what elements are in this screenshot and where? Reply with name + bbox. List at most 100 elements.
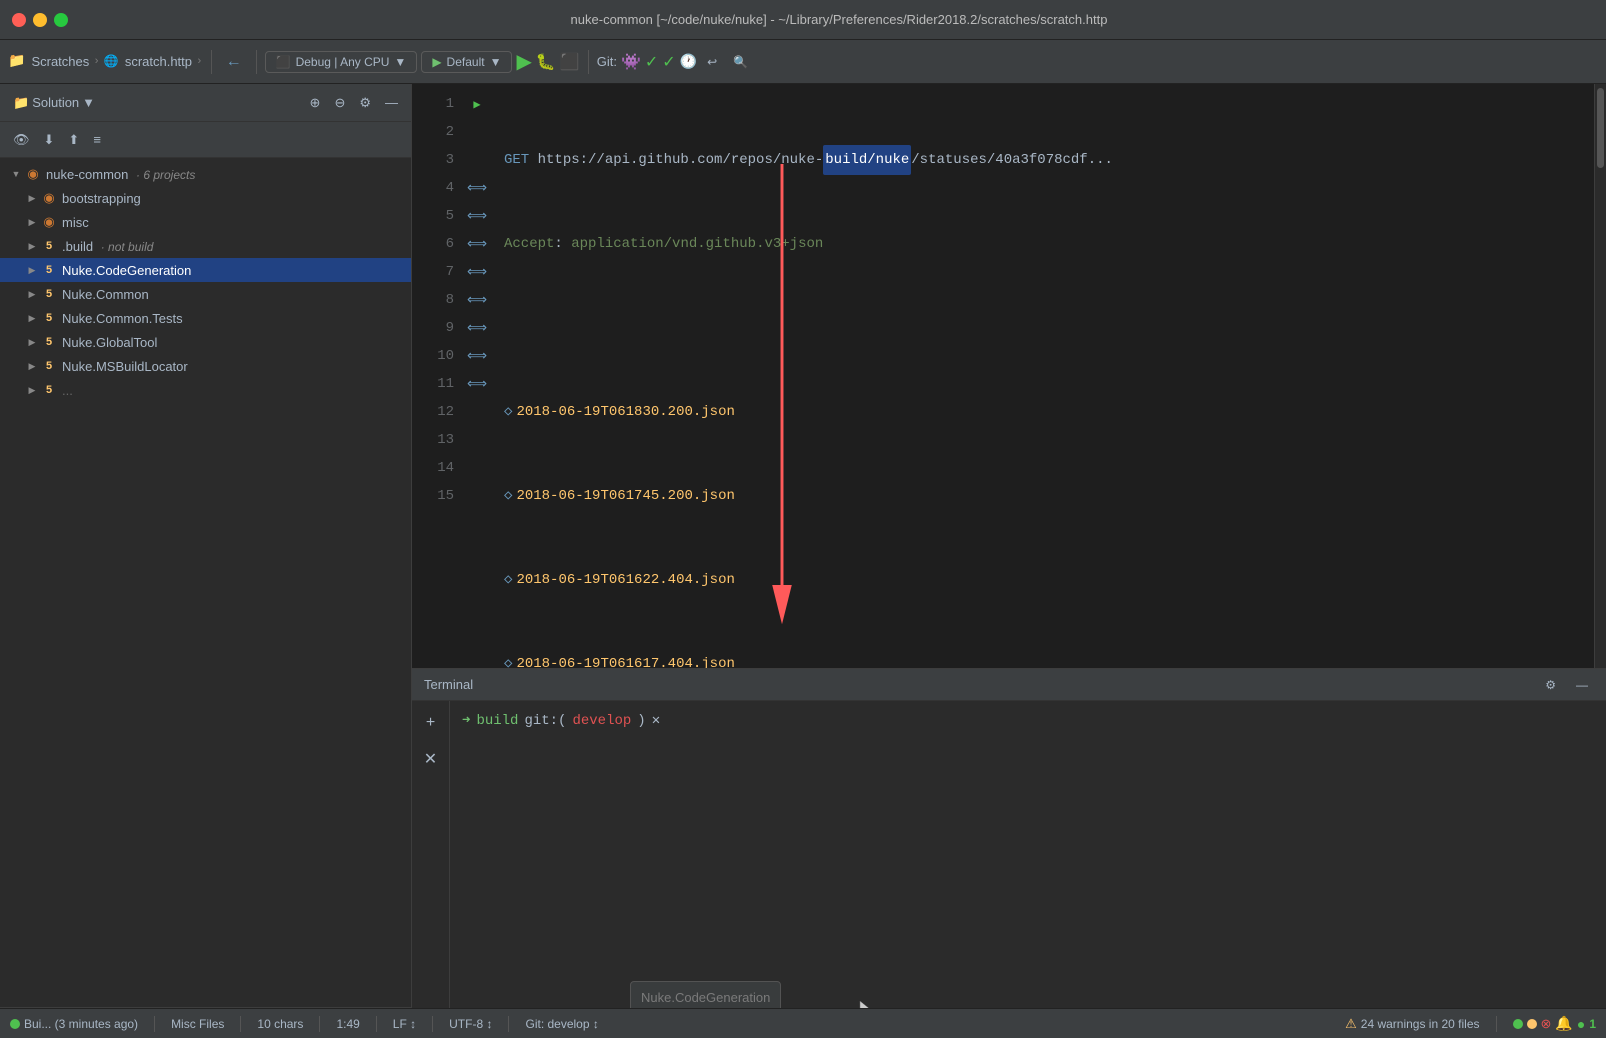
tree-item-misc[interactable]: ▶ ◉ misc [0,210,411,234]
git-undo-button[interactable]: ↩ [701,52,723,72]
sidebar-solution-btn[interactable]: 📁 Solution ▼ [8,92,100,114]
item-label-tests: Nuke.Common.Tests [62,311,403,326]
statusbar-encoding[interactable]: UTF-8 ↕ [449,1017,492,1031]
maximize-button[interactable] [54,13,68,27]
line-num: 11 [420,370,454,398]
statusbar-build[interactable]: Bui... (3 minutes ago) [10,1017,138,1031]
breadcrumb-scratches[interactable]: Scratches [31,54,89,69]
expand-icon: ▶ [24,334,40,350]
run-config-icon: ▶ [432,55,441,69]
line-num: 3 [420,146,454,174]
gutter-fold-10[interactable]: ⟺ [462,342,492,370]
tree-item-globaltool[interactable]: ▶ 5 Nuke.GlobalTool [0,330,411,354]
run-button[interactable]: ▶ [516,49,531,74]
statusbar-line-ending[interactable]: LF ↕ [393,1017,416,1031]
gutter-fold-8[interactable]: ⟺ [462,286,492,314]
sidebar-list-btn[interactable]: ≡ [88,129,106,150]
root-project-icon: ◉ [24,166,42,182]
close-button[interactable] [12,13,26,27]
json-link-6[interactable]: 2018-06-19T061622.404.json [516,566,734,594]
run-config-button[interactable]: ▶ Default ▼ [421,51,512,73]
gutter-fold-9[interactable]: ⟺ [462,314,492,342]
item-label-globaltool: Nuke.GlobalTool [62,335,403,350]
status-yellow-dot [1527,1019,1537,1029]
tree-item-codegen[interactable]: ▶ 5 Nuke.CodeGeneration [0,258,411,282]
debug-config-button[interactable]: ⬛ Debug | Any CPU ▼ [265,51,418,73]
url-part2: /statuses/40a3f078cdf... [911,146,1113,174]
json-link-7[interactable]: 2018-06-19T061617.404.json [516,650,734,668]
tree-item-more[interactable]: ▶ 5 ... [0,378,411,402]
code-line-2: Accept: application/vnd.github.v3+json [504,230,1582,258]
statusbar-git-branch[interactable]: Git: develop ↕ [525,1017,598,1031]
tree-item-common[interactable]: ▶ 5 Nuke.Common [0,282,411,306]
prompt-git-prefix: git:( [524,709,566,733]
line-num: 4 [420,174,454,202]
json-link-4[interactable]: 2018-06-19T061830.200.json [516,398,734,426]
debug-button[interactable]: 🐛 [536,52,556,72]
tree-item-build[interactable]: ▶ 5 .build · not build [0,234,411,258]
stop-button[interactable]: ⬛ [560,52,580,72]
debug-config-label: Debug | Any CPU [296,55,390,69]
tree-item-bootstrapping[interactable]: ▶ ◉ bootstrapping [0,186,411,210]
line-num: 2 [420,118,454,146]
statusbar-misc-files[interactable]: Misc Files [171,1017,224,1031]
minimize-button[interactable] [33,13,47,27]
sidebar-download-btn[interactable]: ⬇ [39,129,60,151]
http-method: GET [504,146,538,174]
tree-item-msbuild[interactable]: ▶ 5 Nuke.MSBuildLocator [0,354,411,378]
line-num: 10 [420,342,454,370]
sidebar-collapse-btn[interactable]: ⊖ [329,92,350,114]
gutter-fold-11[interactable]: ⟺ [462,370,492,398]
breadcrumb-file[interactable]: scratch.http [125,54,192,69]
line-num: 5 [420,202,454,230]
tree-root-item[interactable]: ▼ ◉ nuke-common · 6 projects [0,162,411,186]
line-num: 6 [420,230,454,258]
code-line-6: ◇2018-06-19T061622.404.json [504,566,1582,594]
statusbar-position: 1:49 [336,1017,359,1031]
run-config-label: Default [447,55,485,69]
sidebar-eye-btn[interactable]: 👁 [8,129,35,151]
terminal-close-tab-btn[interactable]: ✕ [417,745,445,773]
code-editor[interactable]: GET https://api.github.com/repos/nuke-bu… [492,84,1594,668]
sb-div-2 [240,1016,241,1032]
sidebar-upload-btn[interactable]: ⬆ [63,129,84,151]
editor-gutter: ▶ ⟺ ⟺ ⟺ ⟺ ⟺ ⟺ ⟺ ⟺ [462,84,492,668]
terminal-header: Terminal ⚙ — [412,669,1606,701]
json-link-5[interactable]: 2018-06-19T061745.200.json [516,482,734,510]
item-label-msbuild: Nuke.MSBuildLocator [62,359,403,374]
terminal-add-tab-btn[interactable]: + [417,709,445,737]
sidebar-settings-btn[interactable]: ⚙ [354,92,376,114]
back-button[interactable]: ← [220,50,248,74]
editor-content: 1 2 3 4 5 6 7 8 9 10 11 12 13 14 15 [412,84,1606,668]
warnings-label: 24 warnings in 20 files [1361,1017,1480,1031]
scrollbar[interactable] [1594,84,1606,668]
diamond-icon-5: ◇ [504,482,512,510]
gutter-fold-7[interactable]: ⟺ [462,258,492,286]
gutter-fold-6[interactable]: ⟺ [462,230,492,258]
terminal-settings-btn[interactable]: ⚙ [1539,675,1562,695]
prompt-dir: build [476,709,518,733]
search-button[interactable]: 🔍 [727,52,754,72]
sb-div-4 [376,1016,377,1032]
sidebar-add-btn[interactable]: ⊕ [305,92,326,114]
header-val: application/vnd.github.v3+json [571,230,823,258]
gutter-fold-4[interactable]: ⟺ [462,174,492,202]
titlebar: nuke-common [~/code/nuke/nuke] - ~/Libra… [0,0,1606,40]
statusbar-warnings[interactable]: ⚠ 24 warnings in 20 files [1345,1016,1479,1032]
header-colon: : [554,230,571,258]
code-line-1: GET https://api.github.com/repos/nuke-bu… [504,146,1582,174]
scrollbar-thumb[interactable] [1597,88,1604,168]
terminal-prompt: ➜ build git:( develop ) ✕ [462,709,1594,733]
sidebar-toolbar: 📁 Solution ▼ ⊕ ⊖ ⚙ — [0,84,411,122]
breadcrumb-end-arrow: › [196,56,203,68]
gutter-fold-5[interactable]: ⟺ [462,202,492,230]
code-line-4: ◇2018-06-19T061830.200.json [504,398,1582,426]
tree-item-common-tests[interactable]: ▶ 5 Nuke.Common.Tests [0,306,411,330]
terminal-minimize-btn[interactable]: — [1570,675,1594,695]
gutter-run-icon-1[interactable]: ▶ [462,90,492,118]
project-icon-common: 5 [40,286,58,302]
terminal-content[interactable]: ➜ build git:( develop ) ✕ Nuke.CodeGener… [450,701,1606,1008]
sidebar-minimize-btn[interactable]: — [380,92,403,113]
sidebar: 📁 Solution ▼ ⊕ ⊖ ⚙ — 👁 ⬇ ⬆ ≡ ▼ ◉ nuke-c [0,84,412,1008]
error-icon: ⊗ [1541,1016,1552,1032]
